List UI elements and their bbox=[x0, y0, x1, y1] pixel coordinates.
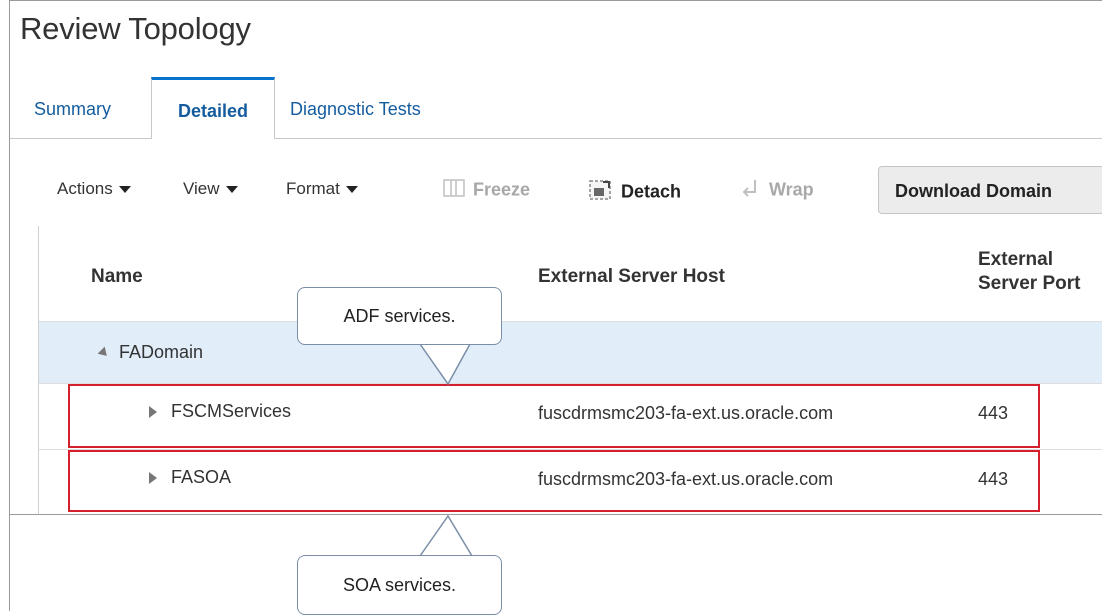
soa-services-callout: SOA services. bbox=[297, 555, 502, 615]
adf-services-callout: ADF services. bbox=[297, 287, 502, 345]
callout-pointers bbox=[419, 343, 473, 557]
